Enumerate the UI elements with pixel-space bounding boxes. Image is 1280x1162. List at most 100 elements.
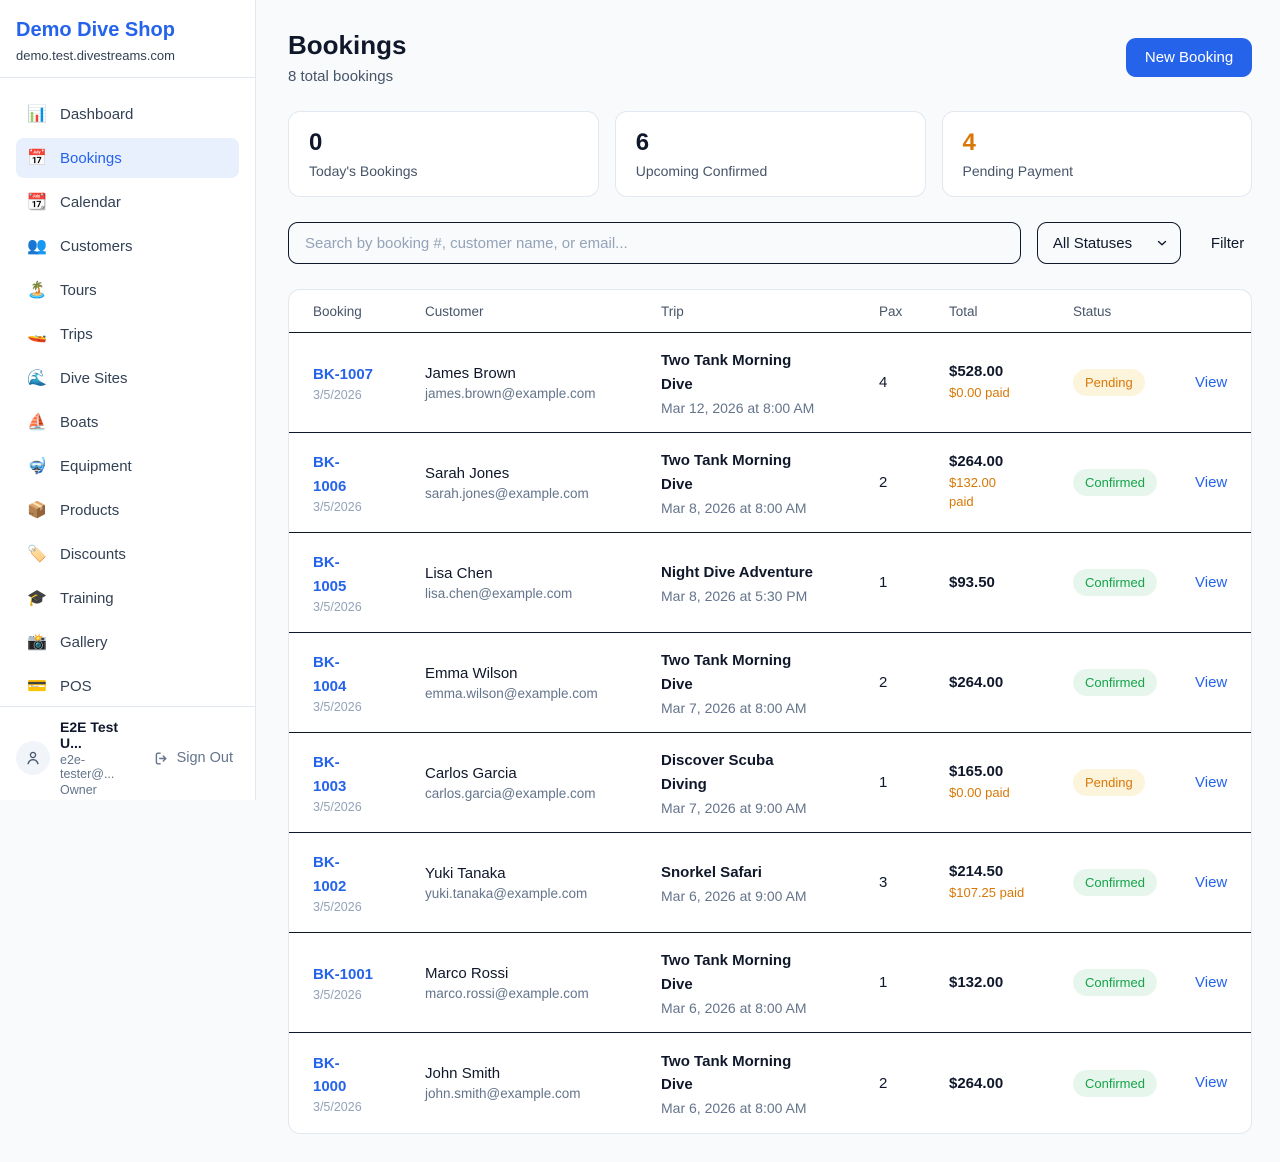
- total-cell: $264.00: [949, 1075, 1073, 1092]
- sidebar: Demo Dive Shop demo.test.divestreams.com…: [0, 0, 256, 1134]
- sidebar-item-customers[interactable]: 👥 Customers: [16, 226, 239, 266]
- booking-id-link[interactable]: BK-1007: [313, 363, 373, 386]
- search-input[interactable]: [288, 222, 1021, 264]
- view-cell: View: [1195, 874, 1227, 892]
- booking-id-link[interactable]: BK- 1003: [313, 751, 346, 798]
- booking-id-link[interactable]: BK- 1002: [313, 851, 346, 898]
- nav-item-label: Calendar: [60, 194, 121, 211]
- table-row: BK- 1002 3/5/2026 Yuki Tanaka yuki.tanak…: [289, 833, 1251, 933]
- sidebar-item-boats[interactable]: ⛵ Boats: [16, 402, 239, 442]
- logout-icon: [153, 750, 170, 767]
- status-cell: Confirmed: [1073, 669, 1195, 696]
- page-subtitle: 8 total bookings: [288, 68, 406, 85]
- nav-item-icon: 🤿: [26, 456, 48, 476]
- stats-cards: 0 Today's Bookings 6 Upcoming Confirmed …: [288, 111, 1252, 197]
- pax-value: 1: [879, 574, 949, 591]
- stat-label: Upcoming Confirmed: [636, 163, 905, 179]
- booking-cell: BK- 1006 3/5/2026: [313, 451, 425, 514]
- trip-name: Two Tank Morning Dive: [661, 649, 879, 696]
- booking-id-link[interactable]: BK- 1005: [313, 551, 346, 598]
- brand-title: Demo Dive Shop: [16, 18, 239, 42]
- table-row: BK- 1006 3/5/2026 Sarah Jones sarah.jone…: [289, 433, 1251, 533]
- total-cell: $214.50 $107.25 paid: [949, 863, 1073, 903]
- view-link[interactable]: View: [1195, 1074, 1227, 1091]
- sidebar-item-equipment[interactable]: 🤿 Equipment: [16, 446, 239, 486]
- pax-value: 4: [879, 374, 949, 391]
- nav-item-icon: 🏷️: [26, 544, 48, 564]
- column-header-total: Total: [949, 304, 1073, 319]
- sidebar-item-trips[interactable]: 🚤 Trips: [16, 314, 239, 354]
- stat-value: 0: [309, 129, 578, 157]
- total-amount: $528.00: [949, 363, 1073, 380]
- booking-id-link[interactable]: BK- 1006: [313, 451, 346, 498]
- new-booking-button[interactable]: New Booking: [1126, 38, 1252, 77]
- sidebar-item-gallery[interactable]: 📸 Gallery: [16, 622, 239, 662]
- nav-item-label: Training: [60, 590, 114, 607]
- total-amount: $93.50: [949, 574, 1073, 591]
- status-cell: Pending: [1073, 369, 1195, 396]
- view-link[interactable]: View: [1195, 574, 1227, 591]
- trip-name: Two Tank Morning Dive: [661, 949, 879, 996]
- trip-datetime: Mar 6, 2026 at 8:00 AM: [661, 1100, 879, 1116]
- status-select[interactable]: All Statuses: [1037, 222, 1181, 264]
- total-amount: $165.00: [949, 763, 1073, 780]
- page-title: Bookings: [288, 30, 406, 61]
- booking-cell: BK- 1004 3/5/2026: [313, 651, 425, 714]
- trip-cell: Snorkel Safari Mar 6, 2026 at 9:00 AM: [661, 861, 879, 904]
- customer-cell: Emma Wilson emma.wilson@example.com: [425, 665, 661, 701]
- view-link[interactable]: View: [1195, 974, 1227, 991]
- pax-value: 2: [879, 1075, 949, 1092]
- booking-id-link[interactable]: BK- 1000: [313, 1052, 346, 1099]
- booking-id-link[interactable]: BK- 1004: [313, 651, 346, 698]
- view-cell: View: [1195, 374, 1227, 392]
- status-badge: Pending: [1073, 369, 1145, 396]
- sidebar-item-dashboard[interactable]: 📊 Dashboard: [16, 94, 239, 134]
- view-link[interactable]: View: [1195, 674, 1227, 691]
- status-cell: Confirmed: [1073, 1070, 1195, 1097]
- sidebar-item-discounts[interactable]: 🏷️ Discounts: [16, 534, 239, 574]
- total-amount: $132.00: [949, 974, 1073, 991]
- sign-out-label: Sign Out: [177, 750, 233, 766]
- nav-item-icon: 💳: [26, 676, 48, 696]
- nav-item-icon: 🎓: [26, 588, 48, 608]
- view-link[interactable]: View: [1195, 374, 1227, 391]
- status-cell: Confirmed: [1073, 569, 1195, 596]
- sidebar-item-tours[interactable]: 🏝️ Tours: [16, 270, 239, 310]
- brand-domain: demo.test.divestreams.com: [16, 48, 239, 63]
- trip-datetime: Mar 6, 2026 at 8:00 AM: [661, 1000, 879, 1016]
- trip-cell: Two Tank Morning Dive Mar 6, 2026 at 8:0…: [661, 1050, 879, 1117]
- sidebar-item-dive-sites[interactable]: 🌊 Dive Sites: [16, 358, 239, 398]
- paid-amount: $0.00 paid: [949, 384, 1073, 403]
- customer-name: Yuki Tanaka: [425, 865, 661, 882]
- pax-value: 1: [879, 974, 949, 991]
- sidebar-item-bookings[interactable]: 📅 Bookings: [16, 138, 239, 178]
- filter-button[interactable]: Filter: [1197, 235, 1252, 252]
- trip-name: Two Tank Morning Dive: [661, 349, 879, 396]
- customer-name: Marco Rossi: [425, 965, 661, 982]
- customer-email: emma.wilson@example.com: [425, 686, 661, 701]
- table-row: BK-1001 3/5/2026 Marco Rossi marco.rossi…: [289, 933, 1251, 1033]
- nav-item-label: Gallery: [60, 634, 108, 651]
- customer-name: Lisa Chen: [425, 565, 661, 582]
- bookings-table: Booking Customer Trip Pax Total Status B…: [288, 289, 1252, 1134]
- status-cell: Confirmed: [1073, 969, 1195, 996]
- user-name: E2E Test U...: [60, 719, 137, 751]
- view-link[interactable]: View: [1195, 774, 1227, 791]
- nav-item-icon: 📸: [26, 632, 48, 652]
- trip-datetime: Mar 6, 2026 at 9:00 AM: [661, 888, 879, 904]
- sidebar-item-calendar[interactable]: 📆 Calendar: [16, 182, 239, 222]
- status-cell: Confirmed: [1073, 469, 1195, 496]
- paid-amount: $0.00 paid: [949, 784, 1073, 803]
- sidebar-item-pos[interactable]: 💳 POS: [16, 666, 239, 706]
- user-email: e2e-tester@...: [60, 753, 137, 781]
- booking-id-link[interactable]: BK-1001: [313, 963, 373, 986]
- sign-out-button[interactable]: Sign Out: [147, 749, 239, 768]
- pax-value: 1: [879, 774, 949, 791]
- total-amount: $264.00: [949, 453, 1073, 470]
- nav-item-label: Products: [60, 502, 119, 519]
- nav-item-label: Trips: [60, 326, 93, 343]
- view-link[interactable]: View: [1195, 874, 1227, 891]
- sidebar-item-products[interactable]: 📦 Products: [16, 490, 239, 530]
- sidebar-item-training[interactable]: 🎓 Training: [16, 578, 239, 618]
- view-link[interactable]: View: [1195, 474, 1227, 491]
